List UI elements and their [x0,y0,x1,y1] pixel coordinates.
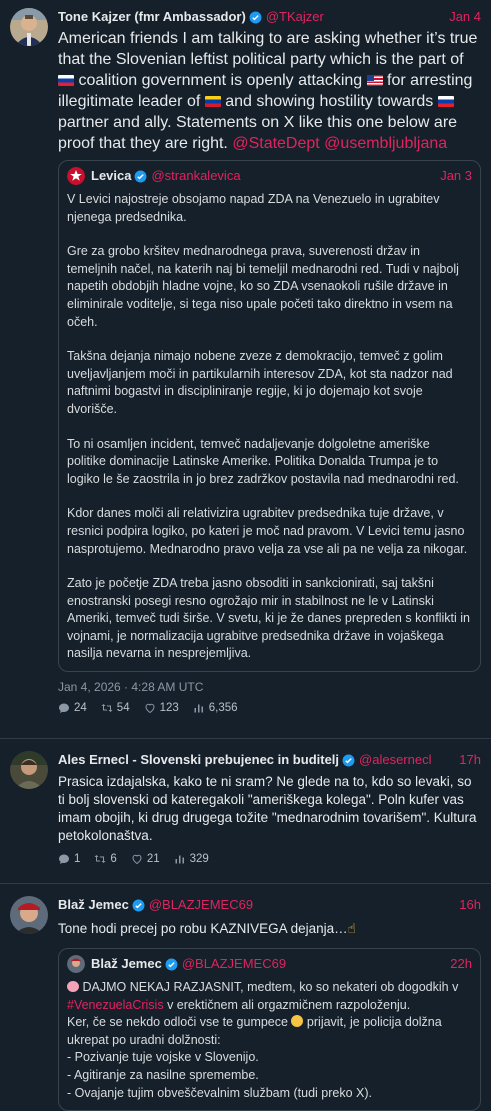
quote-paragraph: To ni osamljen incident, temveč nadaljev… [67,436,459,486]
text-segment: coalition government is openly attacking [74,72,367,89]
quote-paragraph: V Levici najostreje obsojamo napad ZDA n… [67,192,440,224]
like-button[interactable]: 21 [131,853,160,865]
avatar[interactable] [10,896,48,935]
reply-count: 24 [74,702,87,715]
tweet-text: American friends I am talking to are ask… [58,28,481,154]
tweet-time[interactable]: 17h [453,751,481,769]
author-name[interactable]: Blaž Jemec [58,896,129,914]
views-button[interactable]: 6,356 [193,702,238,714]
slovenia-flag-icon [58,75,74,86]
tweet-blazjemec[interactable]: Blaž Jemec @BLAZJEMEC69 16h Tone hodi pr… [0,884,491,1111]
quoted-author-handle[interactable]: @BLAZJEMEC69 [182,955,286,973]
slovenia-flag-icon [437,96,454,107]
quote-body: DAJMO NEKAJ RAZJASNIT, medtem, ko so nek… [67,979,472,1102]
quoted-tweet-time[interactable]: Jan 3 [440,167,472,185]
like-count: 21 [146,853,160,866]
tweet-time[interactable]: 16h [453,896,481,914]
us-flag-icon [366,75,383,86]
view-count: 329 [189,853,209,866]
blaz-avatar[interactable] [67,955,85,974]
text-segment: v erektičnem ali orgazmičnem razpoloženj… [163,997,411,1012]
verified-badge-icon [249,11,262,23]
author-handle[interactable]: @TKajzer [266,8,324,26]
avatar[interactable] [10,8,48,46]
heart-icon [145,703,155,714]
tweet-date[interactable]: Jan 4, 2026 · 4:28 AM UTC [58,680,481,694]
quoted-tweet[interactable]: Blaž Jemec @BLAZJEMEC69 22h DAJMO NEKAJ … [58,948,481,1111]
retweet-icon [94,855,106,864]
author-name[interactable]: Ales Ernecl - Slovenski prebujenec in bu… [58,751,339,769]
quote-paragraph: Zato je početje ZDA treba jasno obsoditi… [67,576,470,661]
text-segment: Ker, če se nekdo odloči vse te gumpece [67,1015,292,1030]
retweet-icon [101,704,113,713]
retweet-count: 6 [110,853,117,866]
views-button[interactable]: 329 [174,853,209,865]
quoted-tweet[interactable]: Levica @strankalevica Jan 3 V Levici naj… [58,160,481,673]
text-segment: American friends I am talking to are ask… [58,30,478,68]
tweet-time[interactable]: Jan 4 [443,8,481,26]
verified-badge-icon [165,958,178,971]
view-count: 6,356 [208,702,238,715]
quoted-author-handle[interactable]: @strankalevica [151,167,240,185]
quote-paragraph: Kdor danes molči ali relativizira ugrabi… [67,506,468,556]
author-handle[interactable]: @alesernecl [359,751,431,769]
author-handle[interactable]: @BLAZJEMEC69 [149,896,253,914]
hashtag-link[interactable]: #VenezuelaCrisis [67,998,164,1012]
reply-icon [59,703,69,714]
heart-icon [132,854,142,865]
quote-paragraph: Gre za grobo kršitev mednarodnega prava,… [67,244,459,329]
levica-avatar[interactable] [67,167,85,185]
verified-badge-icon [132,899,145,912]
reply-icon [59,854,69,865]
tweet-text: Tone hodi precej po robu KAZNIVEGA dejan… [58,920,481,938]
pointing-hand-emoji-icon: ☝ [347,921,356,937]
quoted-tweet-time[interactable]: 22h [450,955,472,973]
avatar[interactable] [10,751,48,790]
author-name[interactable]: Tone Kajzer (fmr Ambassador) [58,8,246,26]
list-item: - Agitiranje za nasilne spremembe. [67,1068,259,1083]
thinking-face-emoji-icon [291,1015,304,1028]
tweet-text: Prasica izdajalska, kako te ni sram? Ne … [58,774,477,844]
reply-button[interactable]: 1 [58,853,80,865]
tweet-stats: 1 6 21 329 [58,853,481,883]
venezuela-flag-icon [204,96,221,107]
quote-paragraph: Takšna dejanja nimajo nobene zveze z dem… [67,349,453,416]
text-segment: and showing hostility towards [220,93,438,110]
list-item: - Ovajanje tujim obveščevalnim službam (… [67,1085,372,1100]
verified-badge-icon [135,170,147,182]
retweet-button[interactable]: 54 [101,702,130,714]
bar-chart-icon [194,704,203,713]
text-segment: Tone hodi precej po robu KAZNIVEGA dejan… [58,921,348,937]
like-button[interactable]: 123 [144,702,179,714]
quoted-author-name[interactable]: Levica [91,167,131,185]
brain-emoji-icon [67,981,79,993]
reply-count: 1 [74,853,81,866]
tweet-stats: 24 54 123 6,356 [58,702,481,738]
reply-button[interactable]: 24 [58,702,87,714]
mention-links[interactable]: @StateDept @usembljubljana [232,135,447,152]
list-item: - Pozivanje tuje vojske v Slovenijo. [67,1050,259,1065]
text-segment: DAJMO NEKAJ RAZJASNIT, medtem, ko so nek… [82,980,459,995]
retweet-count: 54 [116,702,130,715]
bar-chart-icon [175,855,184,864]
quoted-author-name[interactable]: Blaž Jemec [91,955,162,973]
verified-badge-icon [342,754,355,767]
like-count: 123 [159,702,179,715]
retweet-button[interactable]: 6 [94,853,117,866]
tweet-alesernecl[interactable]: Ales Ernecl - Slovenski prebujenec in bu… [0,739,491,883]
tweet-tkajzer[interactable]: Tone Kajzer (fmr Ambassador) @TKajzer Ja… [0,0,491,738]
